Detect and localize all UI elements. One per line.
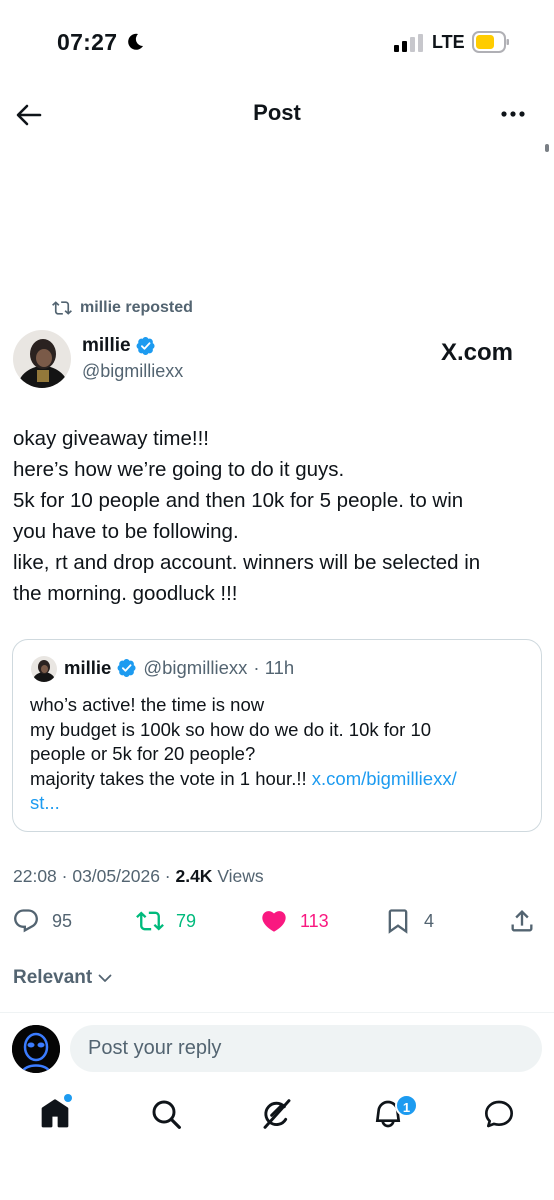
quoted-post[interactable]: millie @bigmilliexx · 11h who’s active! … (12, 639, 542, 832)
message-icon (485, 1100, 513, 1128)
post-line: you have to be following. (13, 520, 239, 543)
quoted-link[interactable]: x.com/bigmilliexx/ (312, 768, 457, 789)
my-avatar-image (12, 1025, 60, 1073)
quoted-line: who’s active! the time is now (30, 694, 265, 715)
signal-icon (394, 34, 423, 52)
bookmark-button[interactable]: 4 (384, 907, 434, 935)
reply-count: 95 (52, 910, 73, 931)
heart-filled-icon (262, 911, 286, 932)
top-header: Post (0, 90, 554, 142)
more-options-icon[interactable] (496, 102, 530, 126)
replies-sort-dropdown[interactable]: Relevant (13, 967, 113, 989)
notifications-badge: 1 (395, 1094, 418, 1117)
network-type: LTE (432, 32, 465, 52)
post-meta: 22:08 · 03/05/2026 · 2.4K Views (13, 866, 264, 887)
quoted-line-text: majority takes the vote in 1 hour.!! (30, 767, 312, 789)
reply-button[interactable]: 95 (12, 907, 72, 935)
repost-count: 79 (176, 910, 197, 931)
post-line: like, rt and drop account. winners will … (13, 551, 481, 574)
x-com-badge: X.com (441, 339, 514, 366)
reposted-by-label: millie reposted (80, 299, 193, 316)
nav-messages[interactable] (483, 1098, 519, 1134)
post-line: here’s how we’re going to do it guys. (13, 458, 345, 481)
author-name[interactable]: millie (82, 335, 156, 357)
quoted-author-handle: @bigmilliexx (143, 657, 248, 678)
verified-badge-icon (117, 659, 136, 677)
views-label: Views (212, 866, 264, 886)
post-line: 5k for 10 people and then 10k for 5 peop… (13, 489, 464, 512)
post-text: okay giveaway time!!! here’s how we’re g… (13, 423, 543, 609)
author-name-text: millie (82, 335, 131, 356)
replies-sort-label: Relevant (13, 967, 93, 988)
bookmark-icon (388, 909, 408, 934)
author-handle[interactable]: @bigmilliexx (82, 361, 183, 382)
action-bar: 95 79 113 4 (0, 907, 554, 941)
quoted-line: majority takes the vote in 1 hour.!! x.c… (30, 767, 530, 792)
quoted-line: people or 5k for 20 people? (30, 743, 256, 764)
status-time: 07:27 (57, 29, 118, 55)
post-timestamp: 22:08 · 03/05/2026 · (13, 866, 176, 886)
quoted-header: millie @bigmilliexx · 11h (64, 657, 294, 679)
home-icon (41, 1099, 69, 1128)
bookmark-count: 4 (424, 910, 435, 931)
home-new-dot (64, 1094, 72, 1102)
divider (0, 1012, 554, 1013)
repost-button[interactable]: 79 (136, 907, 196, 935)
quoted-link-continued[interactable]: st... (30, 792, 60, 813)
repost-icon (52, 301, 72, 315)
page-title: Post (253, 100, 301, 125)
author-avatar[interactable] (13, 330, 71, 388)
reposted-by[interactable]: millie reposted (52, 297, 193, 319)
repost-icon (136, 911, 164, 931)
quoted-line: my budget is 100k so how do we do it. 10… (30, 718, 432, 740)
my-avatar[interactable] (12, 1025, 60, 1073)
nav-home[interactable] (39, 1098, 75, 1134)
quoted-text: who’s active! the time is now my budget … (30, 693, 530, 816)
like-count: 113 (300, 910, 329, 931)
quoted-avatar-image (31, 656, 57, 682)
moon-icon (128, 33, 143, 50)
bottom-nav (0, 1090, 554, 1150)
grok-icon (263, 1099, 291, 1129)
nav-search[interactable] (150, 1098, 186, 1134)
reply-icon (14, 909, 38, 933)
verified-badge-icon (136, 337, 155, 355)
chevron-down-icon (98, 974, 112, 982)
search-icon (152, 1100, 181, 1129)
quoted-line: st... (30, 791, 530, 816)
views-count[interactable]: 2.4K (175, 866, 212, 886)
reply-input[interactable]: Post your reply (70, 1025, 542, 1072)
avatar-image (13, 330, 71, 388)
post-line: the morning. goodluck !!! (13, 582, 238, 605)
status-bar: 07:27 LTE (0, 0, 554, 84)
nav-grok[interactable] (261, 1098, 297, 1134)
quoted-time: · 11h (253, 657, 295, 678)
quoted-author-avatar (31, 656, 57, 682)
post-line: okay giveaway time!!! (13, 427, 209, 450)
battery-icon (472, 31, 509, 53)
like-button[interactable]: 113 (260, 907, 329, 935)
share-icon (511, 910, 533, 932)
scroll-indicator[interactable] (545, 144, 549, 152)
share-button[interactable] (508, 907, 536, 935)
quoted-author-name: millie (64, 657, 112, 678)
